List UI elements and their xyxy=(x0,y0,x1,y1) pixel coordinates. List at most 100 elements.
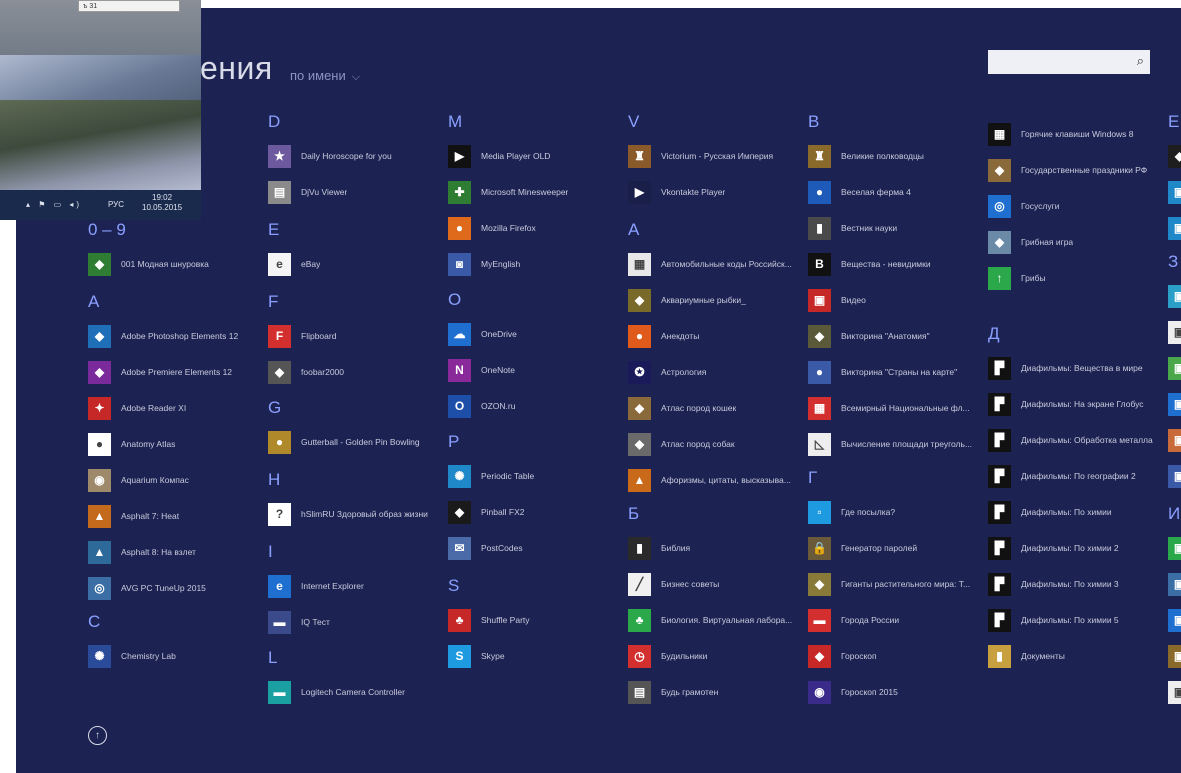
app-tile[interactable]: ◎ AVG PC TuneUp 2015 xyxy=(88,574,206,602)
app-tile[interactable]: e Internet Explorer xyxy=(268,572,364,600)
app-tile[interactable]: B Вещества - невидимки xyxy=(808,250,931,278)
app-tile[interactable]: ↑ Грибы xyxy=(988,264,1046,292)
group-header[interactable]: I xyxy=(268,542,273,562)
app-tile[interactable]: ▣ xyxy=(1168,354,1181,382)
group-header[interactable]: E xyxy=(268,220,279,240)
app-tile[interactable]: ✺ Chemistry Lab xyxy=(88,642,176,670)
app-tile[interactable]: ◎ Госуслуги xyxy=(988,192,1059,220)
app-tile[interactable]: ▛ Диафильмы: Вещества в мире xyxy=(988,354,1143,382)
app-tile[interactable]: ▛ Диафильмы: На экране Глобус xyxy=(988,390,1144,418)
app-tile[interactable]: ▦ Горячие клавиши Windows 8 xyxy=(988,120,1134,148)
app-tile[interactable]: ♜ Великие полководцы xyxy=(808,142,924,170)
app-tile[interactable]: ▮ Вестник науки xyxy=(808,214,897,242)
app-tile[interactable]: ▛ Диафильмы: Обработка металла xyxy=(988,426,1153,454)
app-tile[interactable]: ◆ Pinball FX2 xyxy=(448,498,524,526)
group-header[interactable]: O xyxy=(448,290,461,310)
app-tile[interactable]: ▲ Афоризмы, цитаты, высказыва... xyxy=(628,466,791,494)
group-header[interactable]: 0 – 9 xyxy=(88,220,126,240)
group-header[interactable]: V xyxy=(628,112,639,132)
app-tile[interactable]: ● Веселая ферма 4 xyxy=(808,178,911,206)
scroll-up-icon[interactable]: ↑ xyxy=(88,726,107,745)
app-tile[interactable]: ▤ Будь грамотен xyxy=(628,678,718,706)
sort-dropdown[interactable]: по имени ⌵ xyxy=(290,68,360,84)
group-header[interactable]: H xyxy=(268,470,280,490)
group-header[interactable]: G xyxy=(268,398,281,418)
group-header[interactable]: З xyxy=(1168,252,1178,272)
group-header[interactable]: Д xyxy=(988,324,1000,344)
app-tile[interactable]: e eBay xyxy=(268,250,320,278)
app-tile[interactable]: ✪ Астрология xyxy=(628,358,706,386)
app-tile[interactable]: ▣ xyxy=(1168,214,1181,242)
app-tile[interactable]: ◆ Adobe Photoshop Elements 12 xyxy=(88,322,238,350)
group-header[interactable]: P xyxy=(448,432,459,452)
app-tile[interactable]: ▛ Диафильмы: По химии 2 xyxy=(988,534,1119,562)
app-tile[interactable]: ♜ Victorium - Русская Империя xyxy=(628,142,773,170)
app-tile[interactable]: ◺ Вычисление площади треуголь... xyxy=(808,430,972,458)
app-tile[interactable]: ▣ xyxy=(1168,390,1181,418)
group-header[interactable]: В xyxy=(808,112,819,132)
group-header[interactable]: И xyxy=(1168,504,1180,524)
group-header[interactable]: Б xyxy=(628,504,639,524)
app-tile[interactable]: ▛ Диафильмы: По географии 2 xyxy=(988,462,1136,490)
search-input[interactable]: ⌕ xyxy=(988,50,1150,74)
group-header[interactable]: M xyxy=(448,112,462,132)
app-tile[interactable]: N OneNote xyxy=(448,356,515,384)
app-tile[interactable]: ◆ xyxy=(1168,142,1181,170)
app-tile[interactable]: ☁ OneDrive xyxy=(448,320,517,348)
app-tile[interactable]: ▣ xyxy=(1168,534,1181,562)
app-tile[interactable]: ▣ xyxy=(1168,606,1181,634)
group-header[interactable]: S xyxy=(448,576,459,596)
app-tile[interactable]: ▶ Media Player OLD xyxy=(448,142,550,170)
app-tile[interactable]: ✉ PostCodes xyxy=(448,534,523,562)
app-tile[interactable]: ✚ Microsoft Minesweeper xyxy=(448,178,568,206)
app-tile[interactable]: ▣ xyxy=(1168,178,1181,206)
desktop-thumbnail[interactable]: ъ 31 ▴ ⚑ ▭ ◂) РУС 19:02 10.05.2015 xyxy=(0,0,201,220)
app-tile[interactable]: S Skype xyxy=(448,642,505,670)
app-tile[interactable]: ● Mozilla Firefox xyxy=(448,214,536,242)
group-header[interactable]: F xyxy=(268,292,278,312)
app-tile[interactable]: ● Gutterball - Golden Pin Bowling xyxy=(268,428,420,456)
app-tile[interactable]: ★ Daily Horoscope for you xyxy=(268,142,392,170)
app-tile[interactable]: F Flipboard xyxy=(268,322,336,350)
app-tile[interactable]: ◙ MyEnglish xyxy=(448,250,520,278)
group-header[interactable]: L xyxy=(268,648,277,668)
app-tile[interactable]: ✦ Adobe Reader XI xyxy=(88,394,186,422)
app-tile[interactable]: ◉ Aquarium Компас xyxy=(88,466,189,494)
app-tile[interactable]: ♣ Shuffle Party xyxy=(448,606,530,634)
app-tile[interactable]: 🔒 Генератор паролей xyxy=(808,534,917,562)
app-tile[interactable]: ▛ Диафильмы: По химии 3 xyxy=(988,570,1119,598)
group-header[interactable]: D xyxy=(268,112,280,132)
search-icon[interactable]: ⌕ xyxy=(1137,53,1144,69)
app-tile[interactable]: ▬ IQ Тест xyxy=(268,608,330,636)
app-tile[interactable]: ▮ Документы xyxy=(988,642,1065,670)
app-tile[interactable]: ▶ Vkontakte Player xyxy=(628,178,725,206)
app-tile[interactable]: ▛ Диафильмы: По химии 5 xyxy=(988,606,1119,634)
group-header[interactable]: A xyxy=(88,292,99,312)
app-tile[interactable]: ▲ Asphalt 7: Heat xyxy=(88,502,179,530)
app-tile[interactable]: ◆ Гиганты растительного мира: Т... xyxy=(808,570,970,598)
app-tile[interactable]: ▦ Автомобильные коды Российск... xyxy=(628,250,792,278)
group-header[interactable]: А xyxy=(628,220,639,240)
app-tile[interactable]: ◆ Атлас пород кошек xyxy=(628,394,736,422)
app-tile[interactable]: ◉ Гороскоп 2015 xyxy=(808,678,898,706)
app-tile[interactable]: ▤ DjVu Viewer xyxy=(268,178,347,206)
app-tile[interactable]: ▣ xyxy=(1168,282,1181,310)
app-tile[interactable]: ▦ Всемирный Национальные фл... xyxy=(808,394,970,422)
app-tile[interactable]: ◆ Атлас пород собак xyxy=(628,430,735,458)
app-tile[interactable]: ◆ Викторина "Анатомия" xyxy=(808,322,930,350)
app-tile[interactable]: ◆ Государственные праздники РФ xyxy=(988,156,1147,184)
group-header[interactable]: Е xyxy=(1168,112,1179,132)
app-tile[interactable]: ● Anatomy Atlas xyxy=(88,430,175,458)
app-tile[interactable]: ▛ Диафильмы: По химии xyxy=(988,498,1112,526)
app-tile[interactable]: ▣ xyxy=(1168,426,1181,454)
app-tile[interactable]: ♣ Биология. Виртуальная лабора... xyxy=(628,606,792,634)
app-tile[interactable]: ◆ Грибная игра xyxy=(988,228,1073,256)
app-tile[interactable]: ◆ foobar2000 xyxy=(268,358,344,386)
app-tile[interactable]: ▮ Библия xyxy=(628,534,690,562)
app-tile[interactable]: ◆ Аквариумные рыбки_ xyxy=(628,286,746,314)
app-tile[interactable]: ▣ xyxy=(1168,570,1181,598)
app-tile[interactable]: ▫ Где посылка? xyxy=(808,498,895,526)
app-tile[interactable]: ◆ Adobe Premiere Elements 12 xyxy=(88,358,232,386)
app-tile[interactable]: ◆ Гороскоп xyxy=(808,642,877,670)
group-header[interactable]: C xyxy=(88,612,100,632)
